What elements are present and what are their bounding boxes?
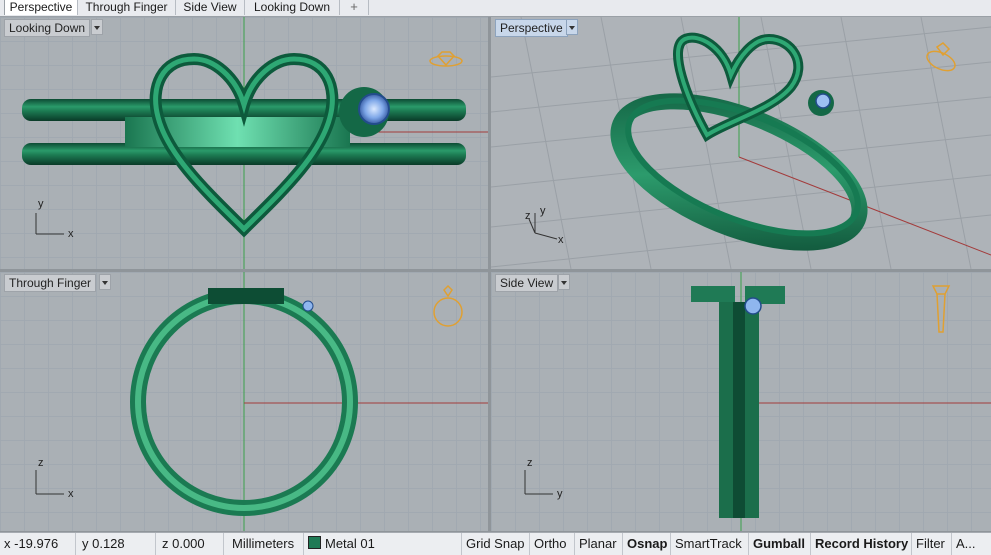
axis-triad: [524, 470, 553, 495]
ring-band-left: [719, 288, 733, 518]
viewport-through-finger[interactable]: z x Through Finger: [0, 272, 488, 531]
tab-perspective[interactable]: Perspective: [4, 0, 78, 15]
gem-stone: [302, 300, 314, 312]
viewport-perspective[interactable]: y z x Perspective: [491, 17, 991, 269]
ring-band-right: [745, 302, 759, 518]
axis-triad: [35, 470, 64, 495]
ring-top-icon: [429, 51, 463, 67]
toggle-record-history[interactable]: Record History: [811, 533, 912, 555]
toggle-gumball[interactable]: Gumball: [749, 533, 811, 555]
tab-side-view[interactable]: Side View: [176, 0, 245, 15]
toggle-grid-snap[interactable]: Grid Snap: [462, 533, 530, 555]
layer-color-swatch: [308, 536, 321, 549]
looking-down-scene: y x: [22, 17, 488, 269]
add-tab-button[interactable]: +: [340, 0, 369, 15]
viewport-tab-bar: Perspective Through Finger Side View Loo…: [0, 0, 991, 17]
axis-triad: [35, 213, 64, 235]
axis-z-label: z: [527, 457, 533, 469]
ring-front-icon: [433, 284, 463, 327]
coord-y-readout: y 0.128: [76, 533, 156, 555]
through-finger-scene: z x: [35, 272, 488, 531]
toggle-filter[interactable]: Filter: [912, 533, 952, 555]
coord-x-readout: x -19.976: [0, 533, 76, 555]
coord-z-readout: z 0.000: [156, 533, 224, 555]
toggle-planar[interactable]: Planar: [575, 533, 623, 555]
toggle-smarttrack[interactable]: SmartTrack: [671, 533, 749, 555]
ring-side-icon: [931, 285, 951, 333]
axis-y-label: y: [557, 488, 563, 500]
viewport-label[interactable]: Perspective: [495, 19, 568, 37]
viewport-label[interactable]: Side View: [495, 274, 559, 292]
toggle-overflow[interactable]: A...: [952, 533, 991, 555]
axis-z-label: z: [525, 210, 531, 222]
gem-stone: [744, 297, 762, 315]
viewport-side-view[interactable]: z y Side View: [491, 272, 991, 531]
status-bar: x -19.976 y 0.128 z 0.000 Millimeters Me…: [0, 532, 991, 555]
layer-name: Metal 01: [325, 536, 375, 551]
axis-x-label: x: [558, 234, 564, 246]
axis-y-label: y: [38, 198, 44, 210]
units-display[interactable]: Millimeters: [224, 533, 304, 555]
side-view-scene: z y: [524, 272, 991, 531]
tab-looking-down[interactable]: Looking Down: [245, 0, 340, 15]
axis-y-label: y: [540, 205, 546, 217]
viewport-menu-dropdown[interactable]: [566, 19, 578, 35]
viewport-menu-dropdown[interactable]: [558, 274, 570, 290]
viewport-looking-down[interactable]: y x Looking Down: [0, 17, 488, 269]
viewport-menu-dropdown[interactable]: [91, 19, 103, 35]
heart-top-left: [691, 286, 735, 302]
axis-x-label: x: [68, 228, 74, 240]
tab-through-finger[interactable]: Through Finger: [78, 0, 176, 15]
viewport-label[interactable]: Through Finger: [4, 274, 97, 292]
layer-display[interactable]: Metal 01: [304, 533, 462, 555]
viewport-menu-dropdown[interactable]: [99, 274, 111, 290]
perspective-scene: y z x: [491, 17, 991, 269]
toggle-ortho[interactable]: Ortho: [530, 533, 575, 555]
ring-band-gap: [733, 302, 745, 518]
heart-plate-edge: [208, 288, 284, 304]
viewport-label[interactable]: Looking Down: [4, 19, 91, 37]
gem-stone: [815, 93, 831, 109]
toggle-osnap[interactable]: Osnap: [623, 533, 671, 555]
axis-z-label: z: [38, 457, 44, 469]
gem-stone: [358, 93, 390, 125]
axis-x-label: x: [68, 488, 74, 500]
